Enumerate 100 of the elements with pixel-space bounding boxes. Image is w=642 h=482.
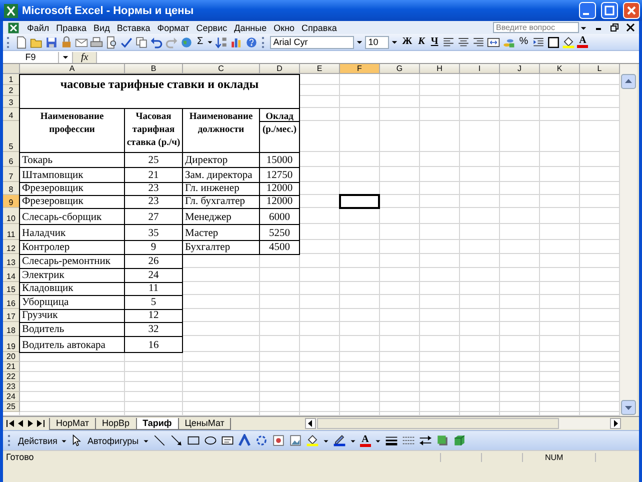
oval-icon[interactable] — [204, 434, 217, 447]
column-header[interactable]: K — [540, 64, 580, 74]
wordart-icon[interactable] — [238, 434, 251, 447]
cube-icon[interactable] — [452, 434, 466, 447]
menu-item[interactable]: Формат — [157, 22, 190, 32]
pen-icon[interactable] — [332, 434, 346, 447]
line-icon[interactable] — [152, 434, 166, 447]
scroll-left-button[interactable] — [305, 418, 316, 429]
close-icon[interactable] — [626, 23, 635, 32]
row-header[interactable]: 10 — [3, 208, 20, 224]
row-header[interactable]: 23 — [3, 382, 20, 392]
column-header[interactable]: E — [300, 64, 340, 74]
row-header[interactable]: 25 — [3, 402, 20, 412]
column-header[interactable]: L — [580, 64, 620, 74]
text-box-icon[interactable] — [220, 434, 234, 447]
close-button[interactable] — [623, 2, 640, 19]
next-sheet-icon[interactable] — [26, 419, 35, 428]
font-field[interactable]: Arial Cyr — [270, 36, 354, 48]
spelling-icon[interactable] — [120, 36, 133, 48]
print-icon[interactable] — [90, 36, 103, 48]
autosum-button[interactable]: Σ — [195, 36, 206, 48]
menu-item[interactable]: Сервис — [196, 22, 228, 32]
globe-icon[interactable] — [180, 36, 193, 48]
menu-item[interactable]: Данные — [234, 22, 267, 32]
column-header[interactable]: A — [20, 64, 125, 74]
row-header[interactable]: 21 — [3, 362, 20, 372]
lock-icon[interactable] — [60, 36, 73, 48]
arrow-style-icon[interactable] — [418, 434, 432, 447]
row-header[interactable]: 14 — [3, 268, 20, 282]
caret-icon[interactable] — [62, 53, 69, 61]
column-header[interactable]: C — [183, 64, 260, 74]
fill-color-icon[interactable] — [306, 434, 319, 447]
row-header[interactable]: 13 — [3, 254, 20, 268]
percent-button[interactable]: % — [517, 36, 530, 48]
menu-item[interactable]: Файл — [27, 22, 50, 32]
image-icon[interactable] — [288, 434, 302, 447]
maximize-button[interactable] — [601, 2, 618, 19]
column-header[interactable]: D — [260, 64, 300, 74]
row-header[interactable]: 18 — [3, 322, 20, 336]
column-header[interactable]: J — [500, 64, 540, 74]
row-header[interactable]: 5 — [3, 121, 20, 152]
diagram-icon[interactable] — [254, 434, 268, 447]
sheet-tab[interactable]: НорМат — [49, 418, 96, 430]
arrow-icon[interactable] — [170, 434, 183, 447]
column-header[interactable]: I — [460, 64, 500, 74]
row-header[interactable]: 8 — [3, 182, 20, 195]
menu-item[interactable]: Правка — [56, 22, 87, 32]
row-header[interactable]: 17 — [3, 309, 20, 322]
column-header[interactable]: H — [420, 64, 460, 74]
row-header[interactable]: 24 — [3, 392, 20, 402]
row-header[interactable]: 1 — [3, 74, 20, 85]
minimize-button[interactable] — [579, 2, 596, 19]
menu-item[interactable]: Окно — [274, 22, 295, 32]
column-header[interactable]: B — [125, 64, 183, 74]
previous-sheet-icon[interactable] — [16, 419, 25, 428]
menu-item[interactable]: Вставка — [116, 22, 150, 32]
print-preview-icon[interactable] — [105, 36, 118, 48]
scroll-thumb[interactable] — [317, 418, 559, 429]
first-sheet-icon[interactable] — [6, 419, 15, 428]
scroll-down-button[interactable] — [621, 400, 636, 415]
actions-menu-button[interactable]: Действия — [18, 436, 58, 446]
shadow-icon[interactable] — [436, 434, 449, 447]
sheet-tab[interactable]: Тариф — [136, 418, 179, 430]
sort-icon[interactable] — [215, 36, 228, 48]
font-size-field[interactable]: 10 — [365, 36, 390, 48]
column-header[interactable]: F — [340, 64, 380, 74]
borders-icon[interactable] — [547, 36, 560, 48]
row-header[interactable]: 6 — [3, 152, 20, 167]
sheet-tab[interactable]: ЦеныМат — [178, 418, 232, 430]
menu-item[interactable]: Справка — [302, 22, 337, 32]
row-header[interactable]: 9 — [3, 195, 20, 208]
row-header[interactable]: 4 — [3, 108, 20, 121]
row-header[interactable]: 20 — [3, 352, 20, 362]
align-center-icon[interactable] — [457, 36, 470, 48]
italic-button[interactable]: К — [416, 36, 427, 48]
copy-icon[interactable] — [135, 36, 148, 48]
workbook-icon[interactable] — [7, 22, 20, 34]
row-header[interactable]: 16 — [3, 295, 20, 309]
row-header[interactable]: 7 — [3, 167, 20, 182]
row-header[interactable]: 2 — [3, 85, 20, 96]
scroll-up-button[interactable] — [621, 74, 636, 89]
line-style-icon[interactable] — [384, 434, 398, 447]
worksheet[interactable] — [3, 64, 620, 416]
autoshapes-menu-button[interactable]: Автофигуры — [87, 436, 139, 446]
name-box[interactable]: F9 — [3, 52, 59, 62]
fill-color-icon[interactable] — [562, 36, 576, 48]
vertical-scrollbar[interactable] — [620, 64, 637, 416]
restore-icon[interactable] — [610, 23, 619, 32]
menu-item[interactable]: Вид — [94, 22, 110, 32]
rectangle-icon[interactable] — [186, 434, 200, 447]
underline-button[interactable]: Ч — [428, 36, 440, 48]
font-color-button[interactable]: A — [360, 434, 371, 446]
column-header[interactable]: G — [380, 64, 420, 74]
dash-style-icon[interactable] — [402, 434, 415, 447]
row-header[interactable]: 19 — [3, 336, 20, 352]
undo-icon[interactable] — [150, 36, 163, 48]
row-header[interactable]: 22 — [3, 372, 20, 382]
bold-button[interactable]: Ж — [400, 36, 414, 48]
clip-art-icon[interactable] — [272, 434, 285, 447]
merge-cells-icon[interactable] — [487, 36, 500, 48]
